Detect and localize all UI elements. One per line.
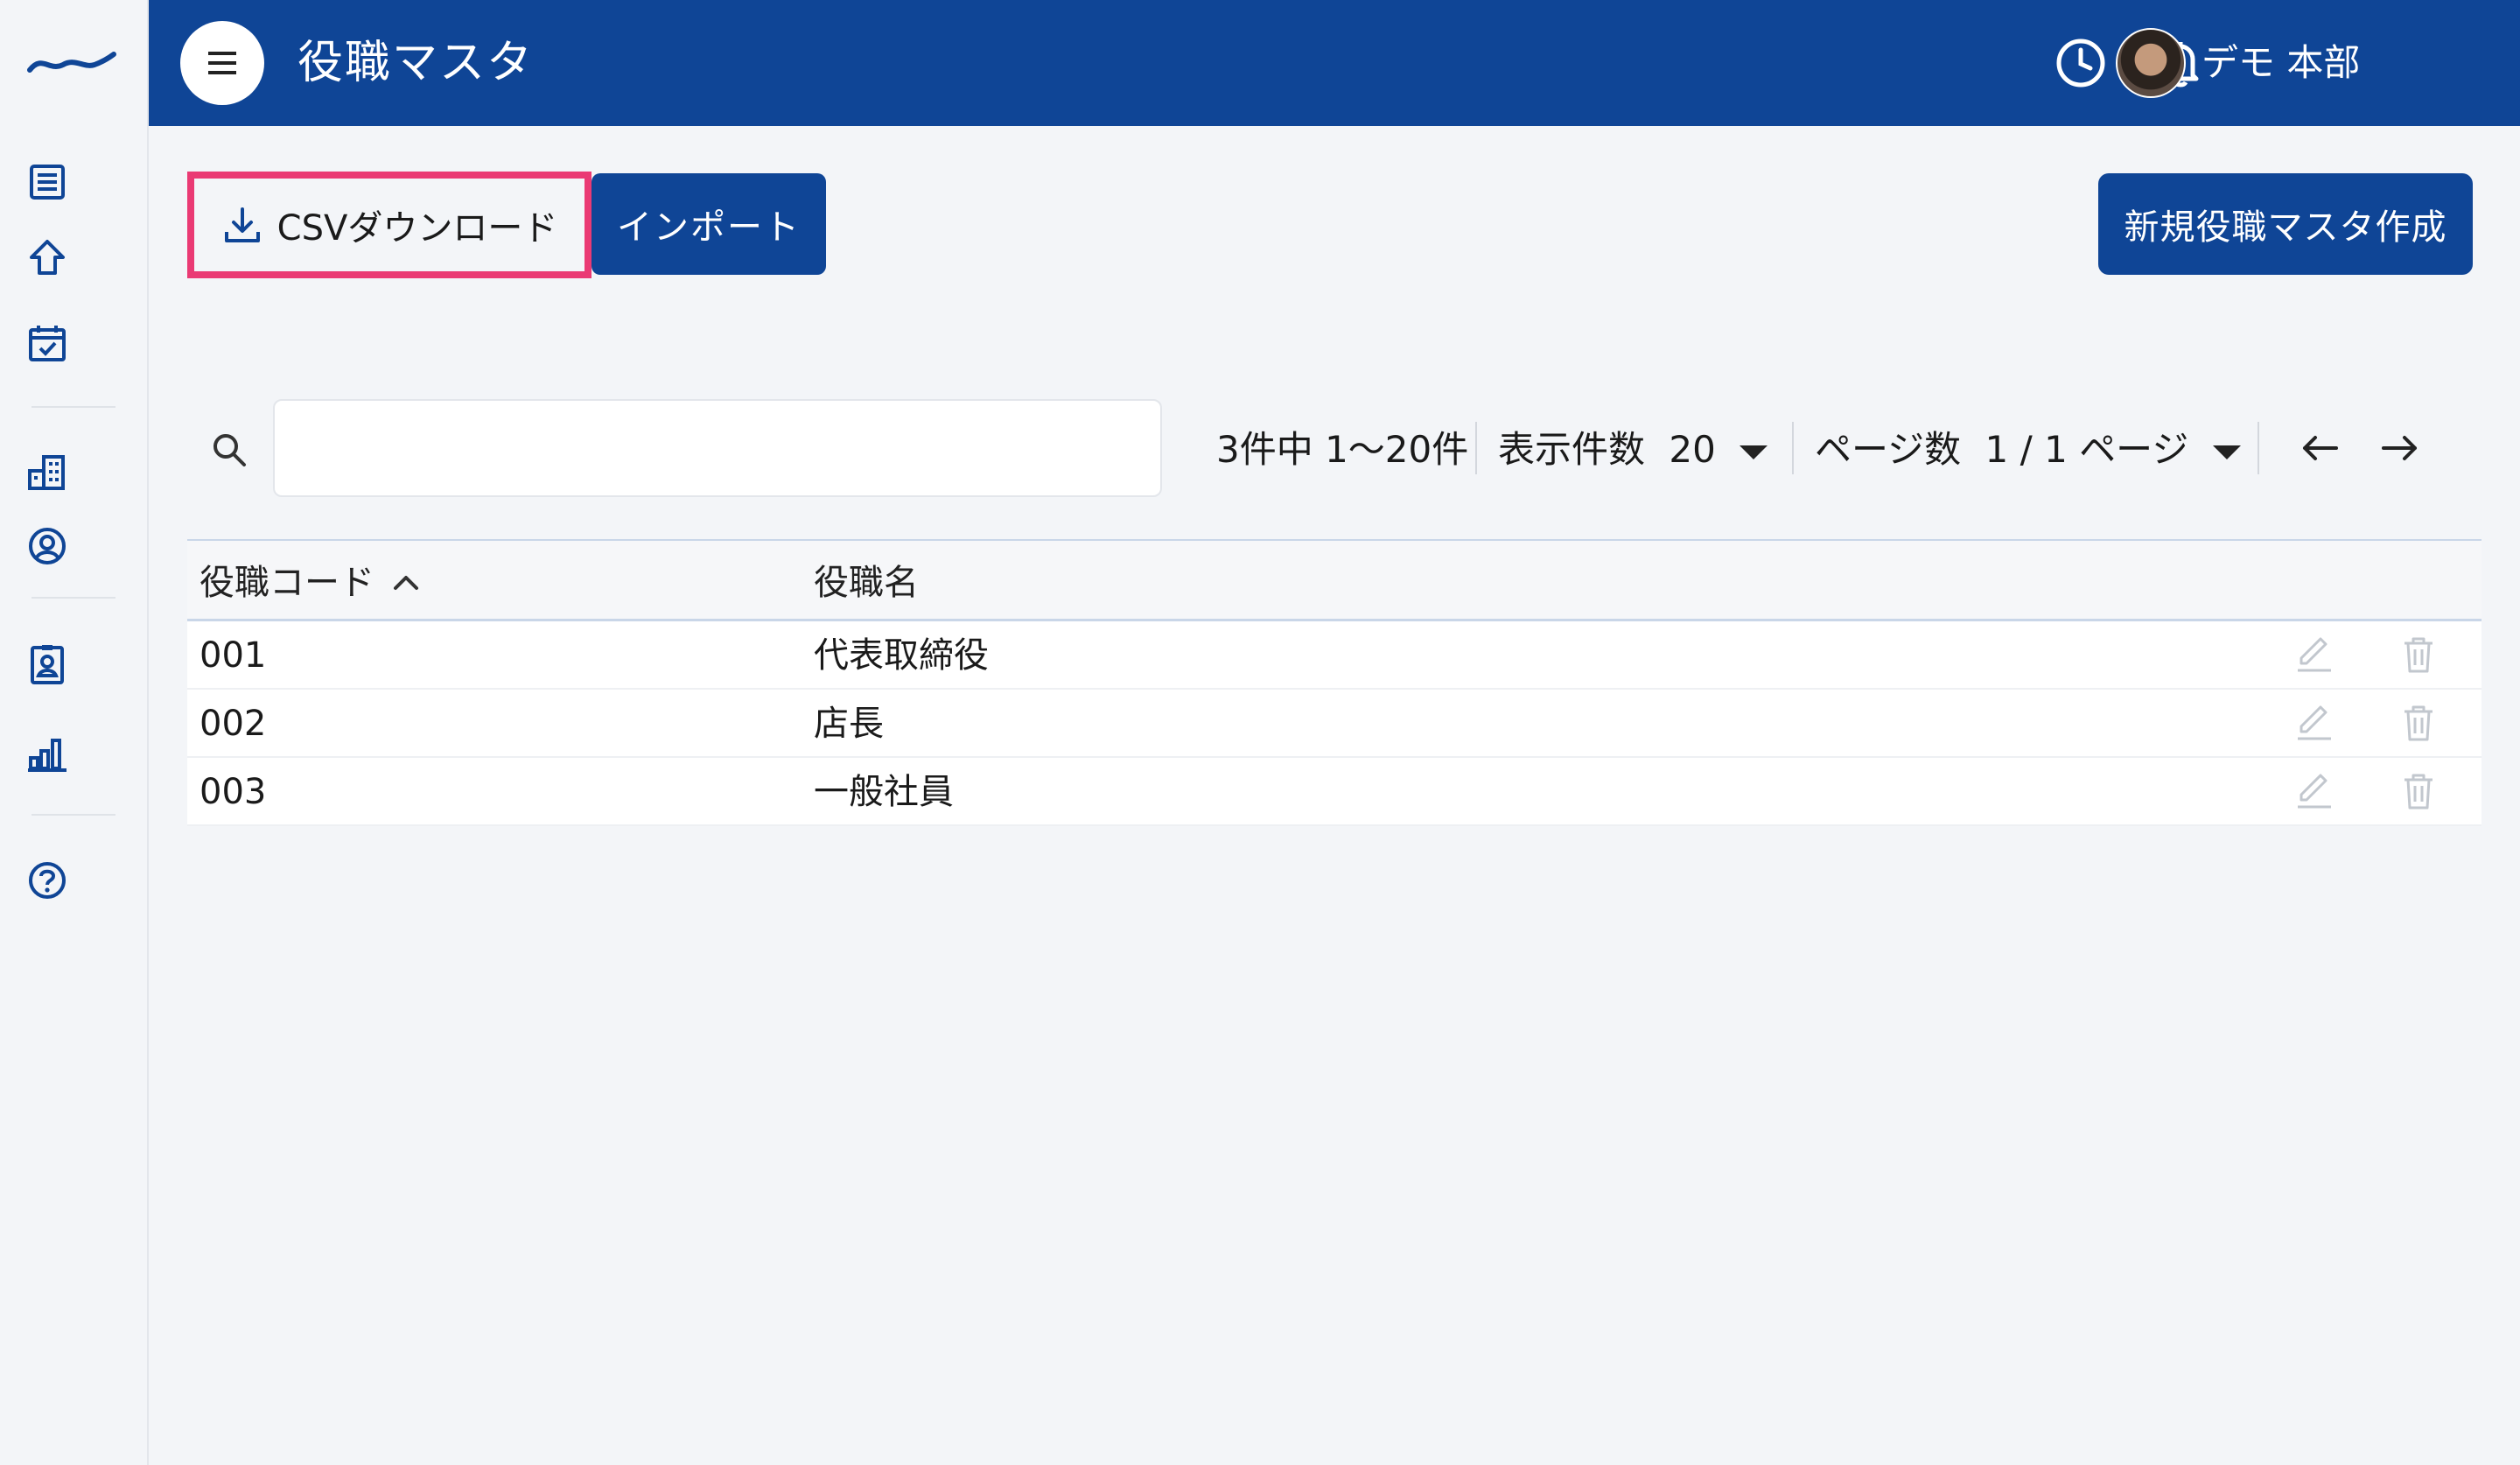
trash-icon[interactable] (2398, 770, 2440, 812)
page-select[interactable]: ページ数 1 / 1 ページ (1815, 424, 2241, 476)
column-header-name[interactable]: 役職名 (814, 558, 919, 607)
per-page-value: 20 (1669, 428, 1716, 471)
cell-code: 002 (200, 704, 267, 744)
page-title: 役職マスタ (298, 37, 535, 89)
table-row[interactable]: 002 店長 (187, 690, 2482, 758)
id-card-icon[interactable] (26, 644, 68, 686)
csv-download-label: CSVダウンロード (276, 208, 558, 249)
app-root: 役職マスタ デモ 本部 CSVダウンロード インポート 新規役職マスタ作成 3件… (0, 0, 2520, 1465)
positions-table: 役職コード 役職名 001 代表取締役 002 店長 003 一般社員 (187, 539, 2482, 826)
hamburger-icon (208, 52, 236, 74)
edit-icon[interactable] (2292, 770, 2334, 812)
search-input[interactable] (273, 399, 1162, 497)
pager-divider (1792, 422, 1794, 474)
calendar-check-icon[interactable] (26, 322, 68, 364)
column-header-code-label: 役職コード (200, 563, 374, 603)
edit-icon[interactable] (2292, 634, 2334, 676)
pager-divider (2258, 422, 2259, 474)
user-name[interactable]: デモ 本部 (2202, 37, 2360, 89)
menu-button[interactable] (180, 21, 264, 105)
list-icon[interactable] (26, 161, 68, 203)
avatar[interactable] (2116, 28, 2186, 98)
home-icon[interactable] (26, 236, 68, 278)
sidebar-divider (32, 814, 116, 816)
cell-code: 001 (200, 635, 267, 676)
cell-name: 店長 (814, 704, 884, 744)
page-label: ページ数 (1815, 428, 1962, 471)
sort-ascending-icon (394, 576, 418, 590)
trash-icon[interactable] (2398, 634, 2440, 676)
per-page-select[interactable]: 表示件数 20 (1498, 424, 1768, 476)
page-value: 1 / 1 ページ (1984, 428, 2189, 471)
cell-name: 一般社員 (814, 772, 954, 812)
next-page-button[interactable] (2375, 424, 2424, 473)
arrow-left-icon (2303, 436, 2338, 460)
pager-divider (1475, 422, 1477, 474)
new-position-button[interactable]: 新規役職マスタ作成 (2098, 173, 2473, 275)
cell-code: 003 (200, 772, 267, 812)
csv-download-button[interactable]: CSVダウンロード (187, 172, 592, 278)
help-icon[interactable] (26, 859, 68, 901)
cell-name: 代表取締役 (814, 635, 989, 676)
column-header-name-label: 役職名 (814, 563, 919, 603)
sidebar-divider (32, 406, 116, 408)
table-row[interactable]: 001 代表取締役 (187, 621, 2482, 690)
bar-chart-icon[interactable] (26, 733, 68, 775)
caret-down-icon (2212, 445, 2241, 459)
logo-icon[interactable] (26, 46, 117, 81)
download-icon (224, 207, 260, 242)
prev-page-button[interactable] (2296, 424, 2345, 473)
caret-down-icon (1740, 445, 1768, 459)
result-summary: 3件中 1〜20件 (1216, 428, 1469, 471)
sidebar (0, 0, 149, 1465)
per-page-label: 表示件数 (1498, 428, 1646, 471)
sidebar-divider (32, 597, 116, 599)
trash-icon[interactable] (2398, 702, 2440, 744)
import-button[interactable]: インポート (592, 173, 826, 275)
user-circle-icon[interactable] (26, 525, 68, 567)
building-icon[interactable] (26, 452, 68, 494)
clock-icon[interactable] (2053, 35, 2109, 91)
table-header: 役職コード 役職名 (187, 539, 2482, 621)
table-row[interactable]: 003 一般社員 (187, 758, 2482, 826)
arrow-right-icon (2382, 436, 2417, 460)
edit-icon[interactable] (2292, 702, 2334, 744)
column-header-code[interactable]: 役職コード (200, 558, 422, 607)
search-icon (214, 434, 246, 466)
